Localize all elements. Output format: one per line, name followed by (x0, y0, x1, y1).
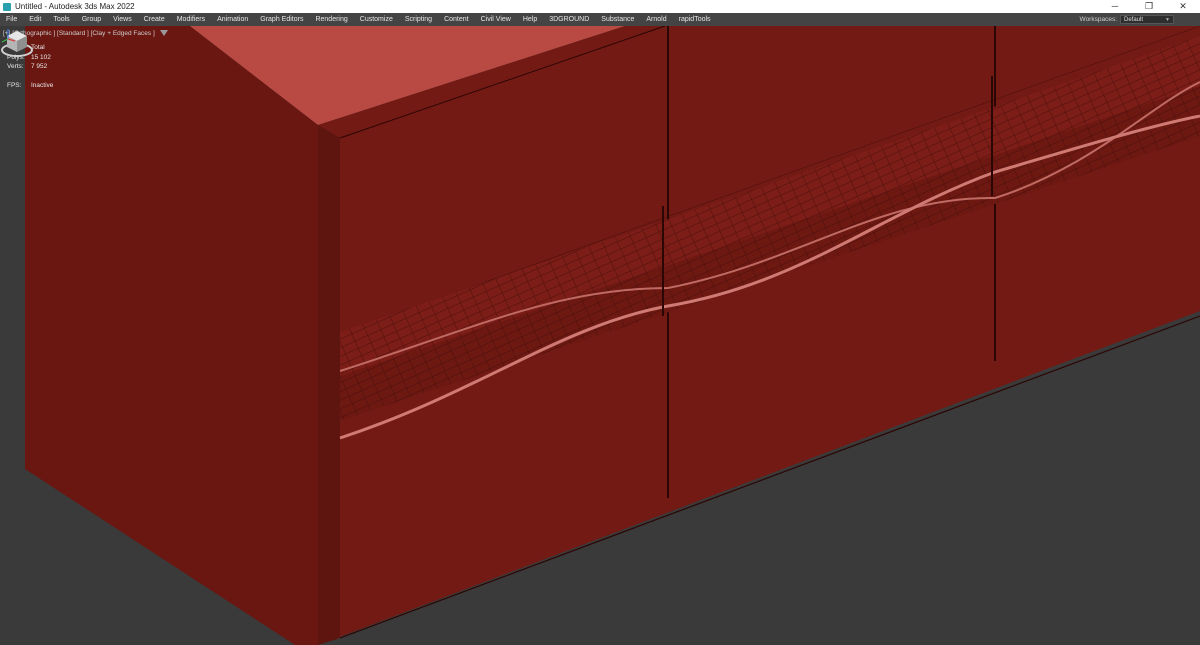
title-bar: Untitled - Autodesk 3ds Max 2022 ─ ❐ ✕ (0, 0, 1200, 13)
axis-tripod-icon (1, 29, 16, 43)
window-title: Untitled - Autodesk 3ds Max 2022 (15, 2, 135, 11)
workspace-value: Default (1124, 17, 1144, 23)
menu-tools[interactable]: Tools (47, 16, 75, 23)
workspace-select[interactable]: Default ▼ (1120, 15, 1174, 24)
viewport-scene (0, 26, 1200, 645)
stats-verts-label: Verts: (7, 63, 24, 70)
viewport[interactable]: [+] [Orthographic ] [Standard ] [Clay + … (0, 26, 1200, 645)
workspaces-label: Workspaces: (1079, 16, 1117, 23)
menu-3dground[interactable]: 3DGROUND (543, 16, 595, 23)
menu-substance[interactable]: Substance (595, 16, 640, 23)
menu-rapidtools[interactable]: rapidTools (673, 16, 717, 23)
menu-views[interactable]: Views (107, 16, 138, 23)
restore-icon[interactable]: ❐ (1132, 0, 1166, 13)
menu-modifiers[interactable]: Modifiers (171, 16, 211, 23)
menu-arnold[interactable]: Arnold (640, 16, 672, 23)
filter-icon[interactable] (159, 30, 168, 36)
menu-group[interactable]: Group (76, 16, 107, 23)
menu-content[interactable]: Content (438, 16, 475, 23)
menu-rendering[interactable]: Rendering (309, 16, 353, 23)
stats-fps-label: FPS: (7, 82, 22, 89)
stats-verts-value: 7 952 (31, 63, 48, 70)
menu-scripting[interactable]: Scripting (399, 16, 438, 23)
close-icon[interactable]: ✕ (1166, 0, 1200, 13)
minimize-icon[interactable]: ─ (1098, 0, 1132, 13)
menu-edit[interactable]: Edit (23, 16, 47, 23)
menu-customize[interactable]: Customize (354, 16, 399, 23)
menu-civil-view[interactable]: Civil View (475, 16, 517, 23)
chevron-down-icon: ▼ (1165, 17, 1170, 23)
menu-animation[interactable]: Animation (211, 16, 254, 23)
menu-file[interactable]: File (0, 16, 23, 23)
stats-fps-value: Inactive (31, 82, 54, 89)
menu-help[interactable]: Help (517, 16, 543, 23)
menu-bar: File Edit Tools Group Views Create Modif… (0, 13, 1200, 26)
window-controls: ─ ❐ ✕ (1098, 0, 1200, 13)
cabinet-front-rim (318, 125, 340, 645)
menu-graph-editors[interactable]: Graph Editors (254, 16, 309, 23)
app-icon (3, 2, 11, 11)
menu-create[interactable]: Create (138, 16, 171, 23)
